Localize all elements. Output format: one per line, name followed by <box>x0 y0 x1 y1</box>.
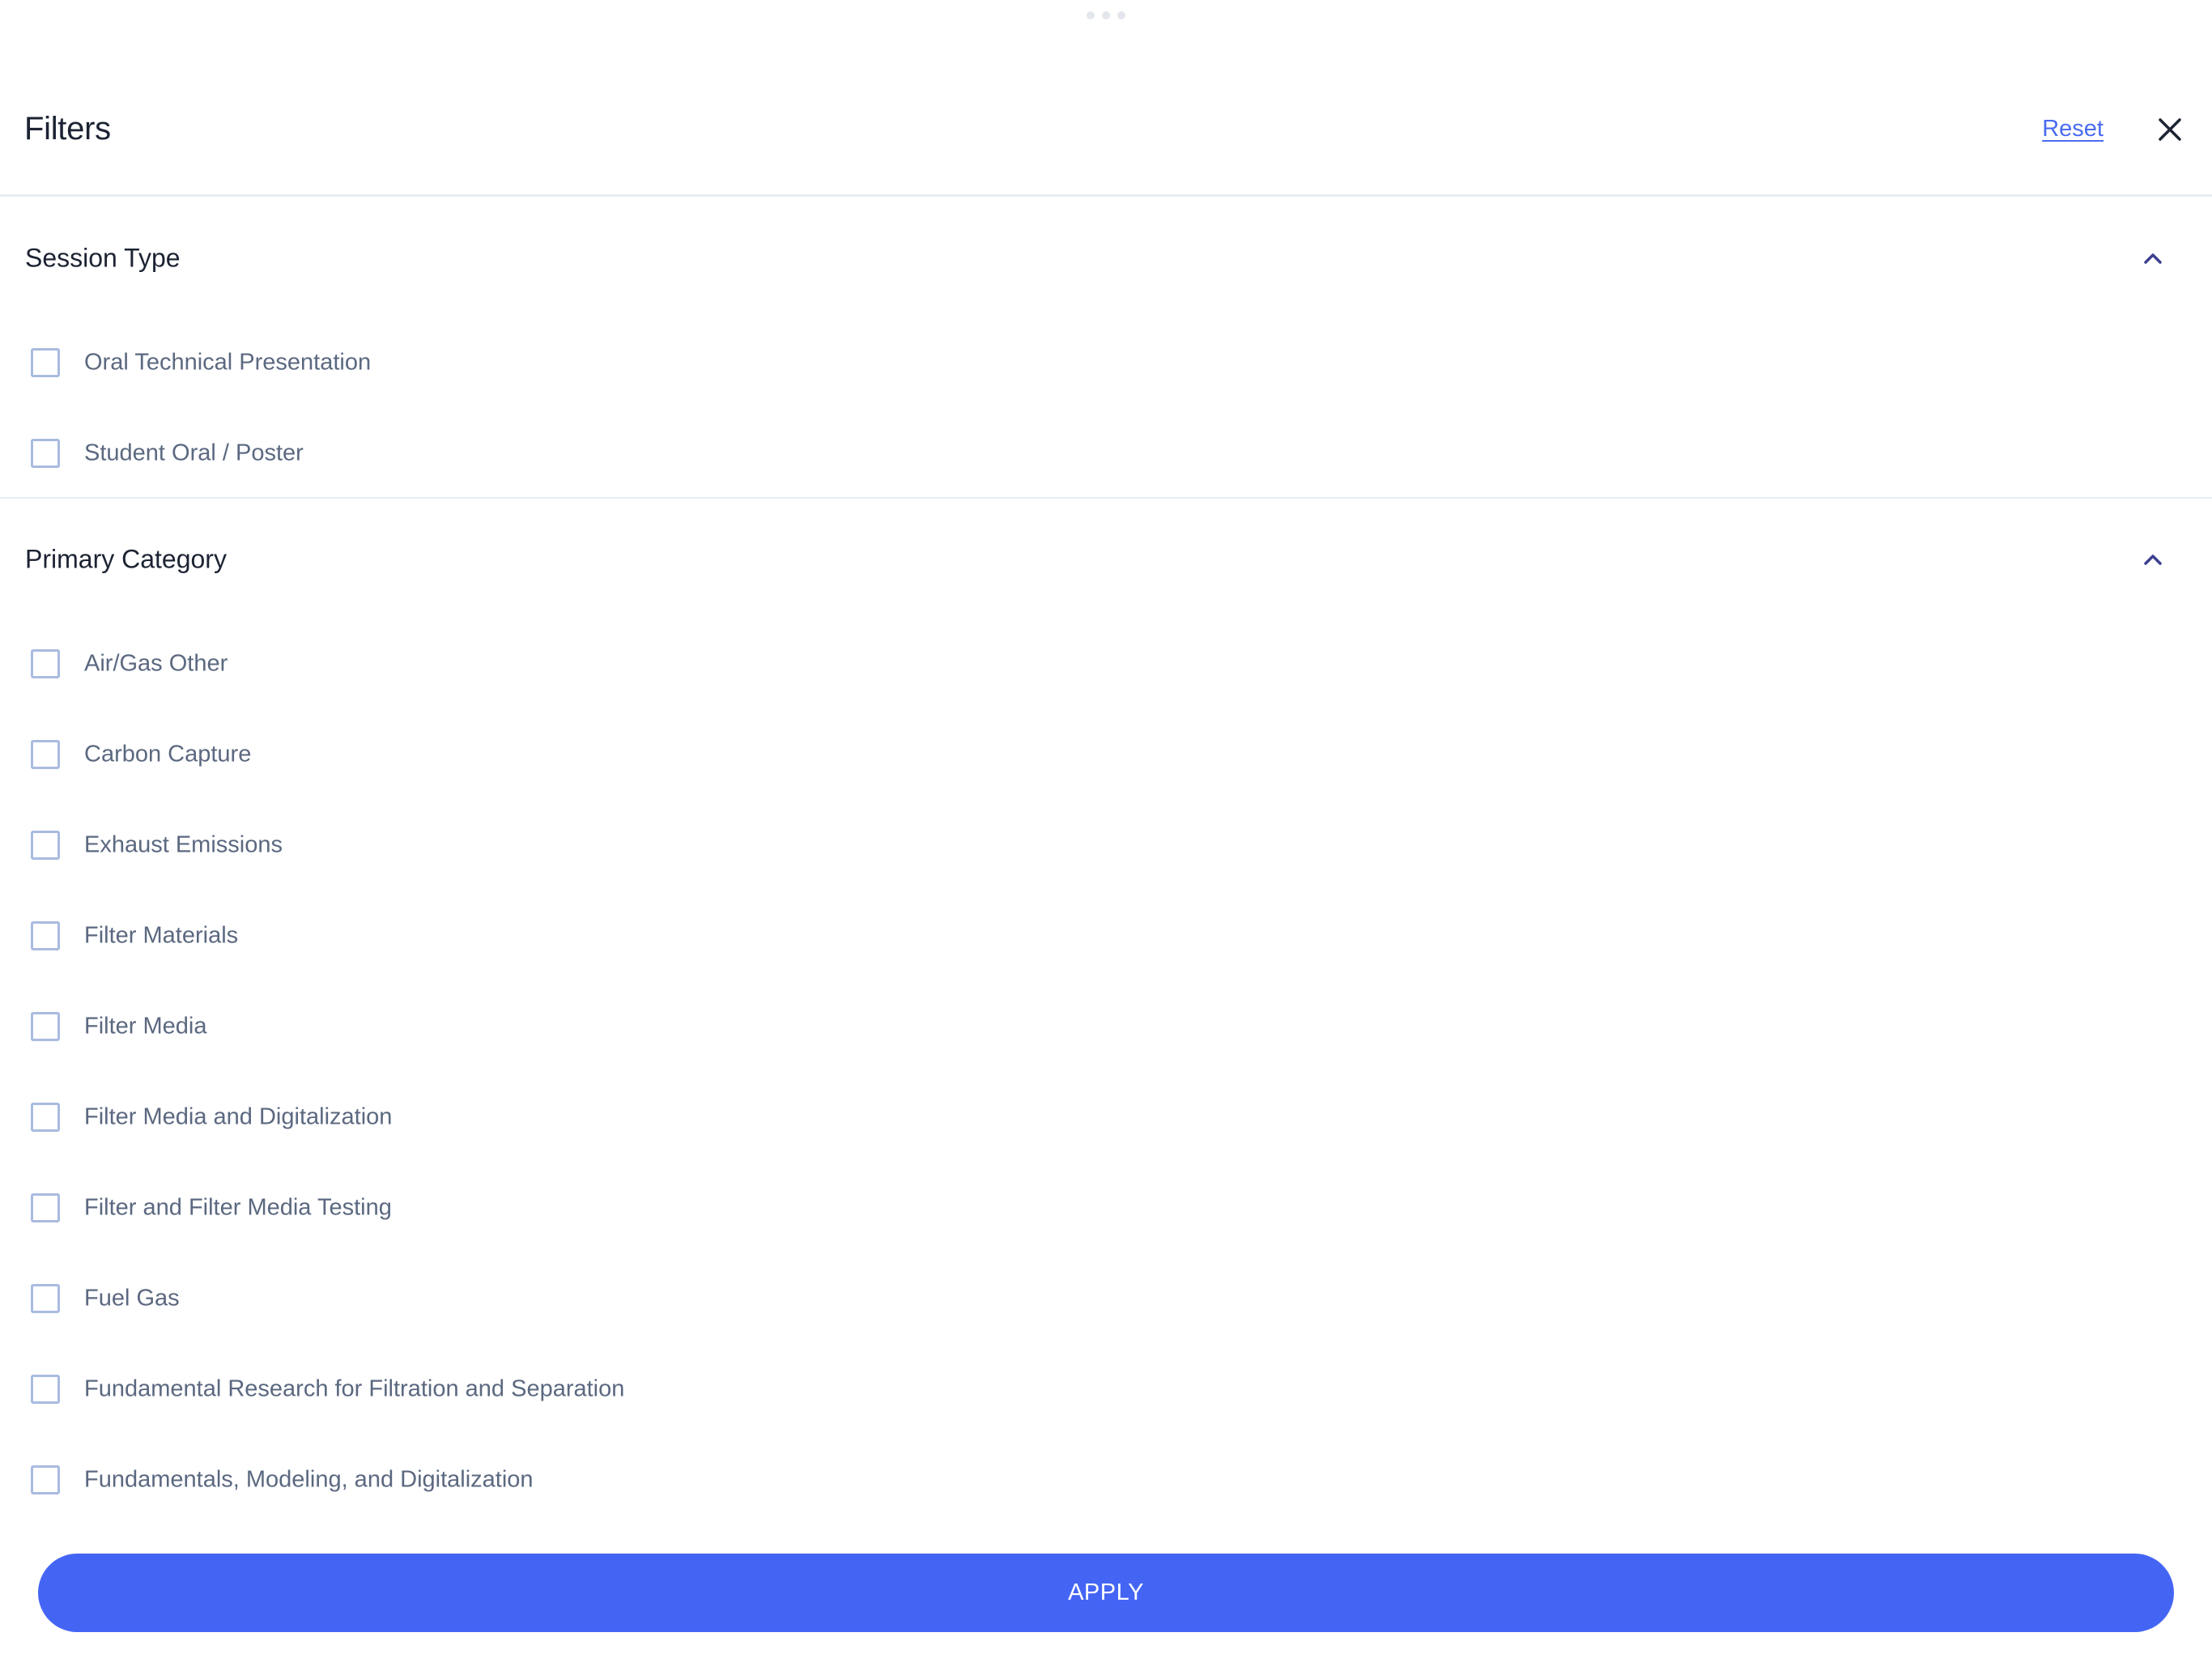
checkbox[interactable] <box>31 740 60 769</box>
checkbox[interactable] <box>31 831 60 860</box>
option-label: Filter and Filter Media Testing <box>84 1194 392 1221</box>
option-label: Filter Materials <box>84 922 239 949</box>
section-title: Primary Category <box>25 544 227 574</box>
option-list-primary-category: Air/Gas Other Carbon Capture Exhaust Emi… <box>0 619 2212 1525</box>
reset-link[interactable]: Reset <box>2042 116 2104 142</box>
section-title: Session Type <box>25 243 181 273</box>
filter-option[interactable]: Student Oral / Poster <box>0 408 2212 499</box>
checkbox[interactable] <box>31 1012 60 1041</box>
checkbox[interactable] <box>31 1103 60 1132</box>
filter-option[interactable]: Filter and Filter Media Testing <box>0 1163 2212 1253</box>
filter-option[interactable]: Exhaust Emissions <box>0 800 2212 891</box>
checkbox[interactable] <box>31 439 60 468</box>
filter-option[interactable]: Air/Gas Other <box>0 619 2212 709</box>
checkbox[interactable] <box>31 1284 60 1313</box>
apply-button-label: APPLY <box>1068 1579 1144 1605</box>
filter-option[interactable]: Filter Materials <box>0 891 2212 981</box>
checkbox[interactable] <box>31 921 60 950</box>
checkbox[interactable] <box>31 649 60 678</box>
filter-option[interactable]: Filter Media and Digitalization <box>0 1072 2212 1163</box>
option-label: Filter Media <box>84 1013 207 1039</box>
option-list-session-type: Oral Technical Presentation Student Oral… <box>0 317 2212 499</box>
option-label: Exhaust Emissions <box>84 831 283 858</box>
checkbox[interactable] <box>31 1193 60 1222</box>
apply-button[interactable]: APPLY <box>38 1554 2174 1632</box>
option-label: Oral Technical Presentation <box>84 349 372 376</box>
filter-option[interactable]: Fuel Gas <box>0 1253 2212 1344</box>
checkbox[interactable] <box>31 1375 60 1404</box>
filter-section-primary-category: Primary Category Air/Gas Other Carbon Ca… <box>0 500 2212 1512</box>
option-label: Fuel Gas <box>84 1285 180 1312</box>
option-label: Fundamental Research for Filtration and … <box>84 1375 625 1402</box>
chevron-up-icon <box>2139 546 2167 573</box>
checkbox[interactable] <box>31 1465 60 1494</box>
option-label: Fundamentals, Modeling, and Digitalizati… <box>84 1466 534 1493</box>
filters-header: Filters Reset <box>0 0 2212 197</box>
option-label: Carbon Capture <box>84 741 252 767</box>
option-label: Student Oral / Poster <box>84 440 304 466</box>
filter-option[interactable]: Oral Technical Presentation <box>0 317 2212 408</box>
filter-option[interactable]: Filter Media <box>0 981 2212 1072</box>
chevron-up-icon <box>2139 244 2167 272</box>
checkbox[interactable] <box>31 348 60 377</box>
close-button[interactable] <box>2154 113 2186 146</box>
page-title: Filters <box>24 111 111 147</box>
section-header-primary-category[interactable]: Primary Category <box>0 500 2212 619</box>
close-icon <box>2159 118 2181 141</box>
filter-option[interactable]: Fundamentals, Modeling, and Digitalizati… <box>0 1435 2212 1525</box>
filter-option[interactable]: Fundamental Research for Filtration and … <box>0 1344 2212 1435</box>
filter-option[interactable]: Carbon Capture <box>0 709 2212 800</box>
filters-sheet: Filters Reset Session Type Oral Technica… <box>0 0 2212 1658</box>
option-label: Filter Media and Digitalization <box>84 1103 393 1130</box>
option-label: Air/Gas Other <box>84 650 228 677</box>
section-header-session-type[interactable]: Session Type <box>0 199 2212 317</box>
filter-section-session-type: Session Type Oral Technical Presentation… <box>0 199 2212 499</box>
